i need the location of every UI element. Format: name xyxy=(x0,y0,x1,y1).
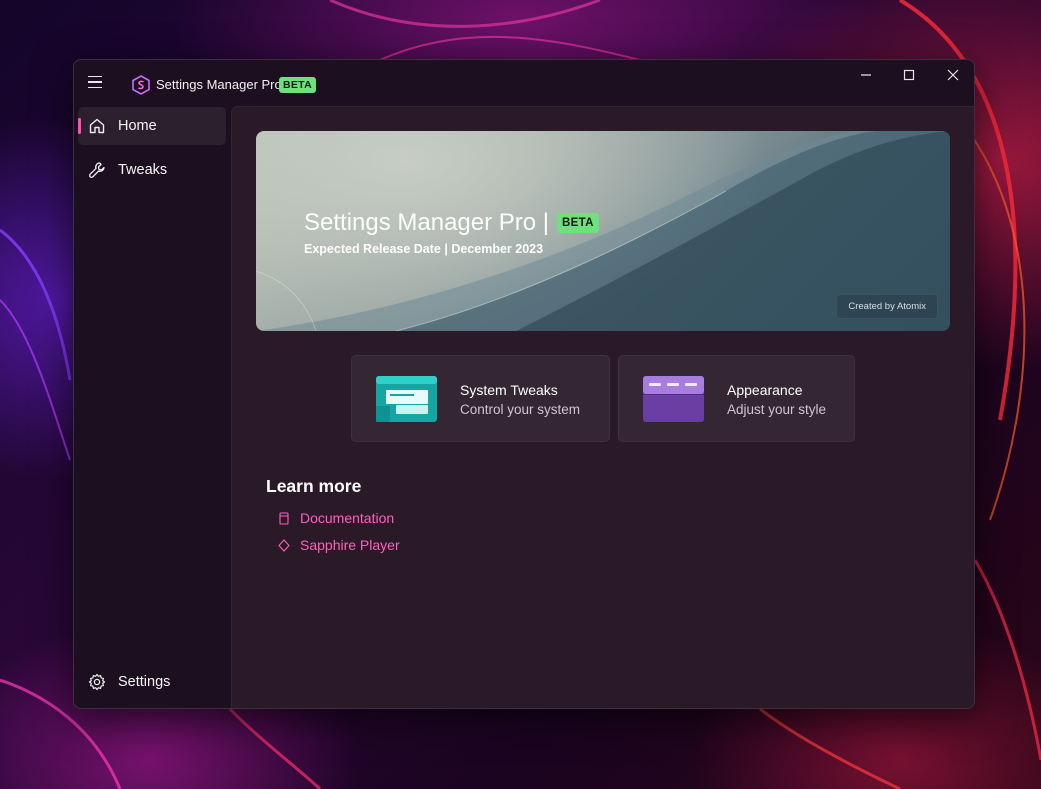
card-description: Control your system xyxy=(460,402,581,417)
hero-title-row: Settings Manager Pro | BETA xyxy=(304,209,599,237)
hero-banner: Settings Manager Pro | BETA Expected Rel… xyxy=(256,131,950,331)
documentation-link[interactable]: Documentation xyxy=(278,509,394,527)
home-icon xyxy=(89,118,105,134)
sidebar-item-label: Settings xyxy=(118,674,171,690)
app-logo-icon xyxy=(132,75,150,95)
gear-icon xyxy=(88,673,106,691)
sidebar-item-label: Tweaks xyxy=(118,162,168,178)
diamond-icon xyxy=(278,538,290,552)
main-content: Settings Manager Pro | BETA Expected Rel… xyxy=(231,106,974,708)
system-tweaks-icon xyxy=(376,376,437,422)
learn-more-heading: Learn more xyxy=(266,476,362,496)
card-title: System Tweaks xyxy=(460,382,558,398)
card-system-tweaks[interactable]: System Tweaks Control your system xyxy=(351,355,610,442)
card-description: Adjust your style xyxy=(727,402,827,417)
app-window: Settings Manager Pro BETA Home Tweaks Se… xyxy=(73,59,975,709)
hero-beta-badge: BETA xyxy=(557,213,599,233)
appearance-icon xyxy=(643,376,704,422)
maximize-icon[interactable] xyxy=(887,60,931,90)
wrench-icon xyxy=(89,162,105,178)
sidebar: Home Tweaks Settings xyxy=(74,106,231,708)
hamburger-menu-icon[interactable] xyxy=(88,73,108,91)
sidebar-item-tweaks[interactable]: Tweaks xyxy=(78,151,226,189)
sidebar-item-settings[interactable]: Settings xyxy=(78,663,226,701)
minimize-icon[interactable] xyxy=(844,60,888,90)
link-label: Documentation xyxy=(300,510,395,526)
close-icon[interactable] xyxy=(931,60,974,90)
hero-credit-button[interactable]: Created by Atomix xyxy=(836,294,938,319)
app-title: Settings Manager Pro xyxy=(156,77,282,92)
card-appearance[interactable]: Appearance Adjust your style xyxy=(618,355,855,442)
sapphire-player-link[interactable]: Sapphire Player xyxy=(278,536,400,554)
active-indicator xyxy=(78,118,81,134)
sidebar-item-label: Home xyxy=(118,118,157,134)
hero-title: Settings Manager Pro | xyxy=(304,209,550,236)
card-title: Appearance xyxy=(727,382,803,398)
hero-subtitle: Expected Release Date | December 2023 xyxy=(304,242,544,256)
sidebar-item-home[interactable]: Home xyxy=(78,107,226,145)
title-bar[interactable]: Settings Manager Pro BETA xyxy=(74,60,974,106)
document-icon xyxy=(279,511,289,525)
beta-badge: BETA xyxy=(279,77,317,93)
link-label: Sapphire Player xyxy=(300,537,400,553)
